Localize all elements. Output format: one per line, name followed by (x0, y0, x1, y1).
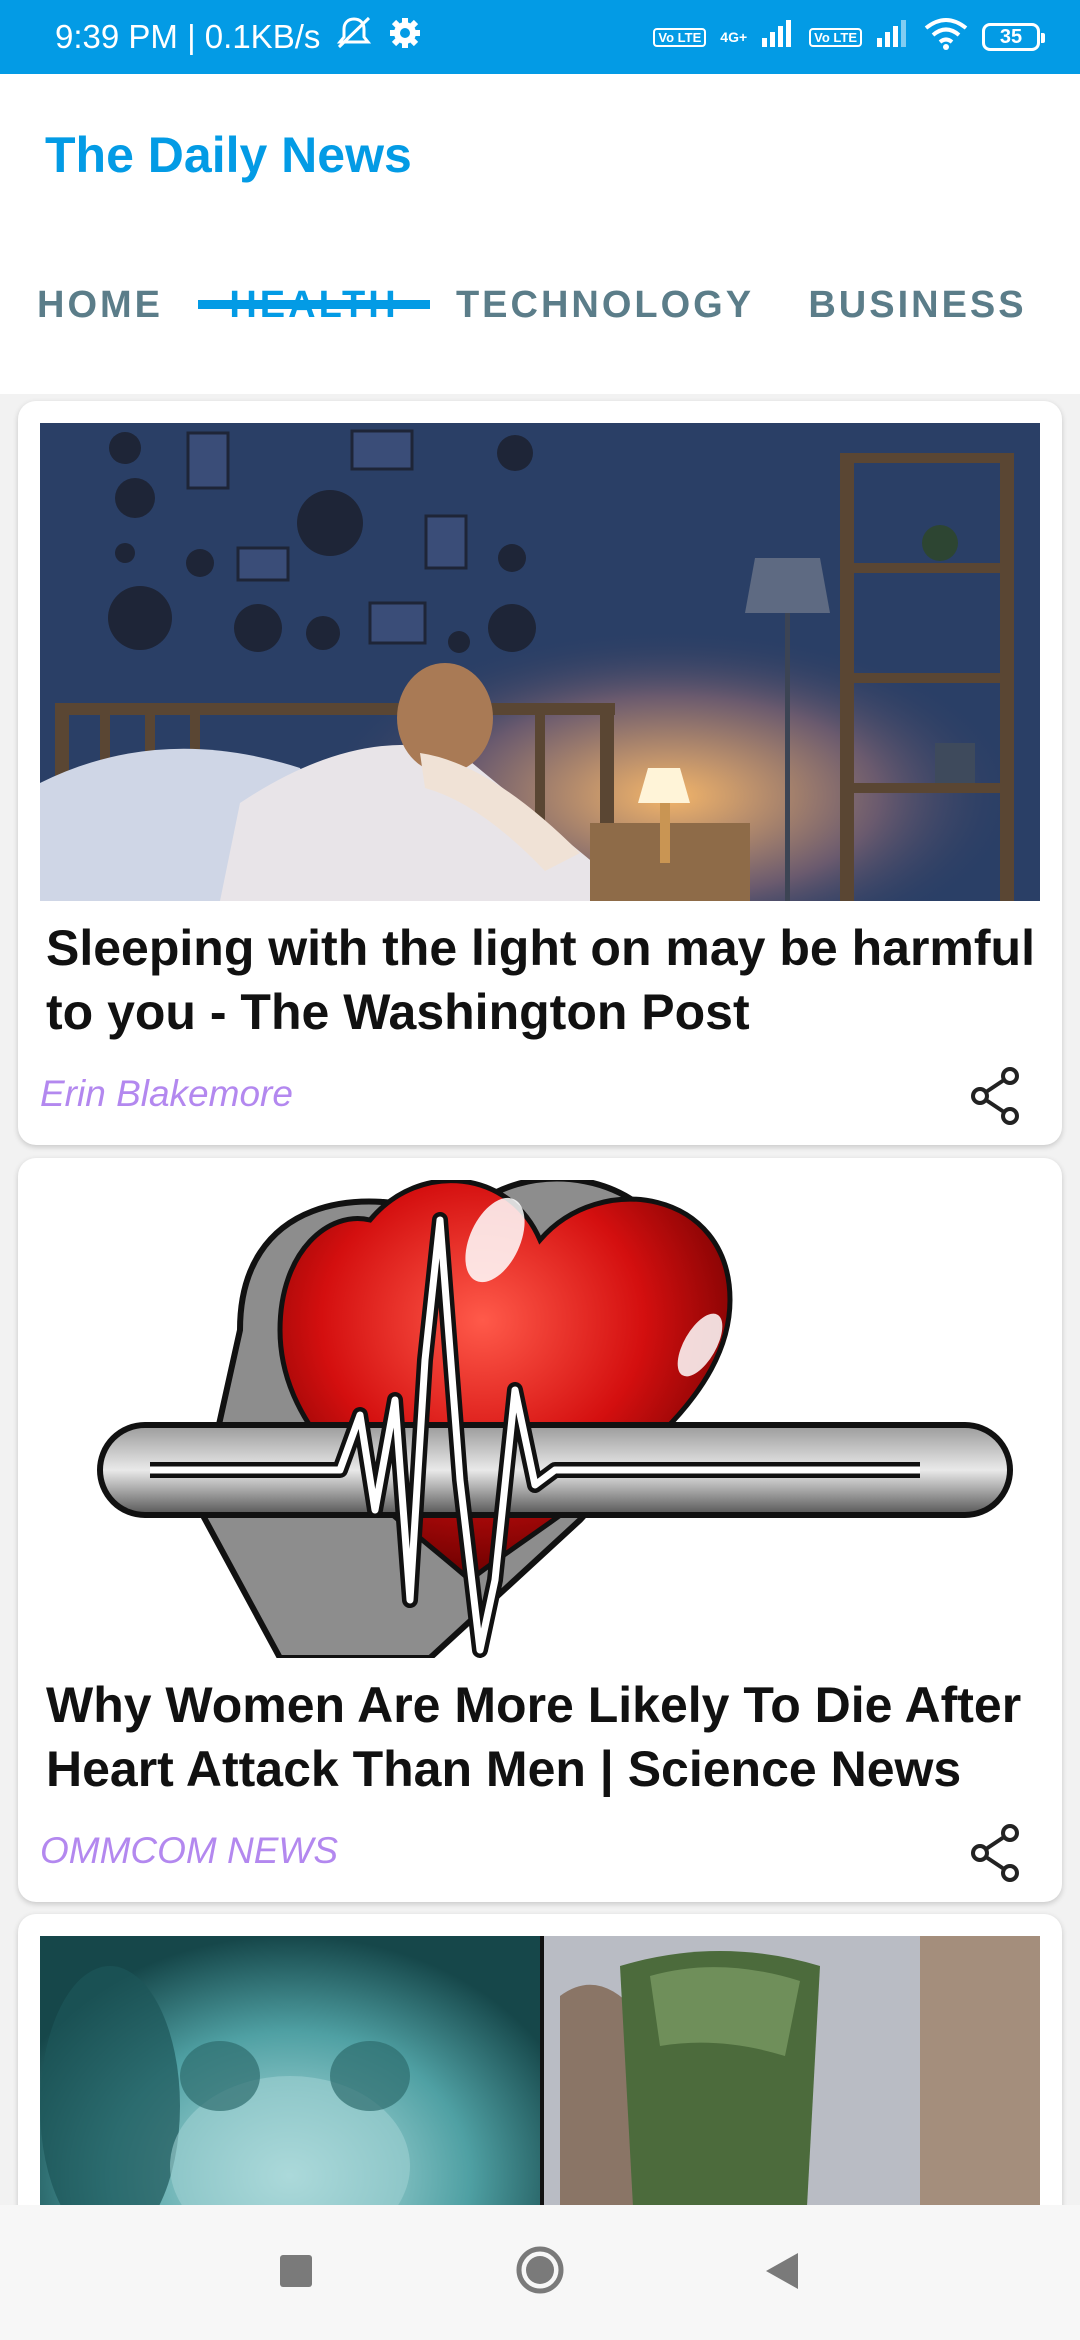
volte-badge-2: Vo LTE (809, 27, 862, 47)
recent-apps-button[interactable] (280, 2255, 312, 2287)
volte-badge: Vo LTE (653, 27, 707, 47)
article-title[interactable]: Sleeping with the light on may be harmfu… (46, 916, 1036, 1044)
tab-home[interactable]: HOME (20, 284, 180, 394)
share-icon[interactable] (968, 1823, 1024, 1883)
tab-business[interactable]: BUSINESS (805, 284, 1030, 394)
wifi-icon (924, 16, 968, 58)
network-type: 4G+ (720, 29, 748, 45)
share-icon[interactable] (968, 1066, 1024, 1126)
article-title[interactable]: Why Women Are More Likely To Die After H… (46, 1673, 1036, 1801)
category-tabs: HOME HEALTH TECHNOLOGY BUSINESS (0, 284, 1080, 394)
tab-active-indicator (198, 300, 430, 309)
article-card[interactable]: Why Women Are More Likely To Die After H… (18, 1158, 1062, 1902)
article-author: Erin Blakemore (40, 1073, 293, 1114)
signal-icon (761, 18, 795, 56)
status-time: 9:39 PM | 0.1KB/s (55, 18, 321, 55)
app-title: The Daily News (45, 127, 412, 183)
app-header: The Daily News HOME HEALTH TECHNOLOGY BU… (0, 74, 1080, 394)
home-button[interactable] (515, 2245, 565, 2295)
settings-gear-icon (388, 16, 422, 58)
article-image[interactable] (40, 1180, 1040, 1658)
signal-icon-2 (876, 18, 910, 56)
article-card[interactable]: Sleeping with the light on may be harmfu… (18, 401, 1062, 1145)
battery-indicator: 35 (982, 23, 1045, 51)
system-navigation-bar (0, 2205, 1080, 2340)
article-author: OMMCOM NEWS (40, 1830, 339, 1871)
mute-icon (334, 15, 374, 59)
status-bar: 9:39 PM | 0.1KB/s Vo LTE 4G+ Vo LTE 35 (0, 0, 1080, 74)
back-button[interactable] (762, 2251, 802, 2291)
article-image[interactable] (40, 423, 1040, 901)
tab-technology[interactable]: TECHNOLOGY (455, 284, 755, 394)
